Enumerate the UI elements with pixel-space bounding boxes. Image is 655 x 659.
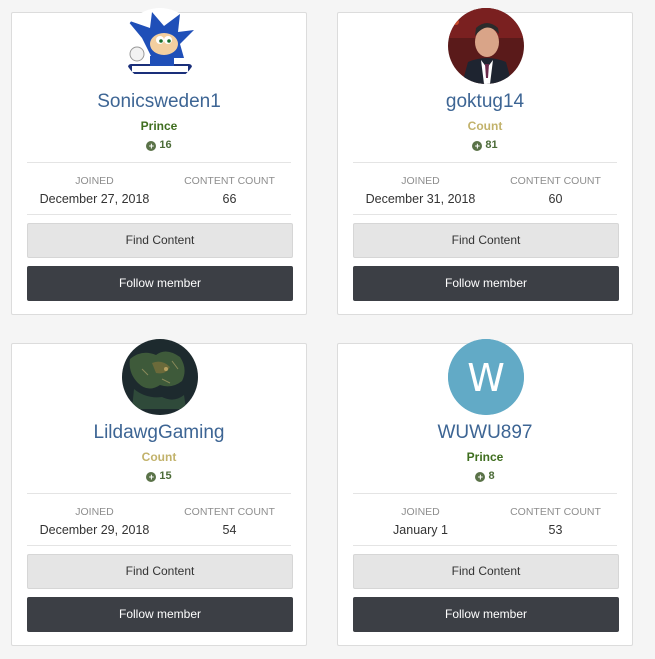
find-content-button[interactable]: Find Content [353,223,619,258]
content-count-label: CONTENT COUNT [510,175,601,187]
joined-label: JOINED [401,175,440,187]
member-name-link[interactable]: goktug14 [338,91,632,113]
content-count-value: 53 [548,523,563,537]
map-avatar[interactable] [122,339,198,415]
member-name-link[interactable]: WUWU897 [338,422,632,444]
divider [27,493,291,494]
divider [353,545,617,546]
divider [27,162,291,163]
avatar-letter: W [467,356,505,400]
content-count-label: CONTENT COUNT [184,175,275,187]
divider [27,214,291,215]
member-card: goktug14 Count +81 JOINED CONTENT COUNT … [337,8,633,315]
follow-member-button[interactable]: Follow member [353,266,619,301]
plus-circle-icon: + [146,472,157,482]
member-card: LildawgGaming Count +15 JOINED CONTENT C… [11,339,307,646]
reputation-badge: +8 [338,470,632,482]
content-count-value: 54 [222,523,237,537]
joined-label: JOINED [401,506,440,518]
reputation-badge: +15 [12,470,306,482]
joined-label: JOINED [75,506,114,518]
divider [353,214,617,215]
reputation-value: 8 [488,470,495,482]
reputation-badge: +81 [338,139,632,151]
content-count-value: 66 [222,192,237,206]
plus-circle-icon: + [146,141,157,151]
joined-value: December 27, 2018 [39,192,150,206]
member-rank: Prince [466,450,504,464]
joined-value: December 29, 2018 [39,523,150,537]
member-rank: Count [467,119,503,133]
sonic-avatar[interactable] [122,8,198,84]
follow-member-button[interactable]: Follow member [27,266,293,301]
find-content-button[interactable]: Find Content [27,554,293,589]
find-content-button[interactable]: Find Content [27,223,293,258]
member-card: Sonicsweden1 Prince +16 JOINED CONTENT C… [11,8,307,315]
reputation-value: 15 [159,470,172,482]
member-name-link[interactable]: LildawgGaming [12,422,306,444]
member-name-link[interactable]: Sonicsweden1 [12,91,306,113]
divider [353,493,617,494]
follow-member-button[interactable]: Follow member [353,597,619,632]
member-rank: Prince [140,119,178,133]
letter-avatar[interactable]: W [448,339,524,415]
divider [27,545,291,546]
reputation-badge: +16 [12,139,306,151]
reputation-value: 81 [485,139,498,151]
find-content-button[interactable]: Find Content [353,554,619,589]
joined-label: JOINED [75,175,114,187]
content-count-value: 60 [548,192,563,206]
member-card: W WUWU897 Prince +8 JOINED CONTENT COUNT… [337,339,633,646]
follow-member-button[interactable]: Follow member [27,597,293,632]
content-count-label: CONTENT COUNT [510,506,601,518]
member-rank: Count [141,450,177,464]
joined-value: December 31, 2018 [365,192,476,206]
photo-avatar[interactable] [448,8,524,84]
reputation-value: 16 [159,139,172,151]
joined-value: January 1 [393,523,448,537]
content-count-label: CONTENT COUNT [184,506,275,518]
plus-circle-icon: + [472,141,483,151]
divider [353,162,617,163]
plus-circle-icon: + [475,472,486,482]
